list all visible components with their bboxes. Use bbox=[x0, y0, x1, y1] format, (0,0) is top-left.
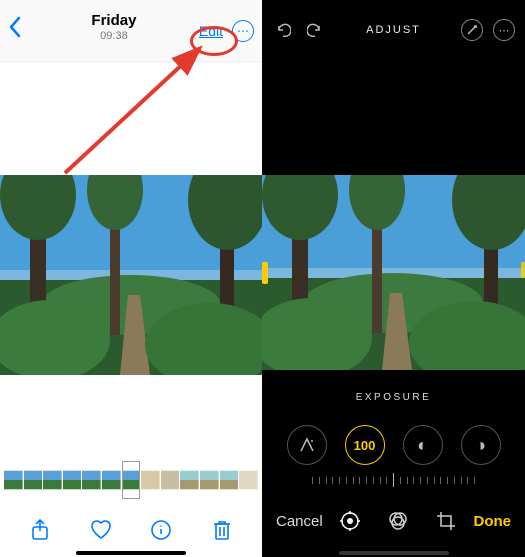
header-actions: Edit ⋯ bbox=[196, 6, 254, 42]
undo-button[interactable] bbox=[272, 19, 294, 41]
done-button[interactable]: Done bbox=[474, 513, 512, 530]
adjustment-dials: 100 ◐ ◑ bbox=[262, 416, 525, 474]
thumbnail[interactable] bbox=[180, 461, 199, 499]
thumbnail[interactable] bbox=[161, 461, 180, 499]
home-indicator[interactable] bbox=[76, 551, 186, 555]
thumbnail[interactable] bbox=[141, 461, 160, 499]
photo-date: Friday bbox=[32, 12, 196, 29]
redo-button[interactable] bbox=[304, 19, 326, 41]
edit-header: ADJUST ⋯ bbox=[262, 0, 525, 60]
thumbnail-selected[interactable] bbox=[122, 461, 141, 499]
edit-bottom-bar: Cancel Done bbox=[262, 501, 525, 541]
thumbnail[interactable] bbox=[24, 461, 43, 499]
photo-viewport[interactable] bbox=[0, 175, 262, 375]
filters-tab[interactable] bbox=[387, 510, 409, 532]
thumbnail[interactable] bbox=[239, 461, 258, 499]
photos-toolbar bbox=[0, 513, 262, 547]
thumbnail[interactable] bbox=[102, 461, 121, 499]
thumbnail-strip[interactable] bbox=[4, 461, 258, 499]
thumbnail[interactable] bbox=[200, 461, 219, 499]
crop-handle-right[interactable] bbox=[521, 262, 525, 278]
edit-mode-tabs bbox=[323, 510, 474, 532]
edit-mode-title: ADJUST bbox=[326, 24, 461, 36]
options-button[interactable]: ⋯ bbox=[493, 19, 515, 41]
back-button[interactable] bbox=[8, 6, 32, 44]
favorite-button[interactable] bbox=[88, 517, 114, 543]
delete-button[interactable] bbox=[209, 517, 235, 543]
thumbnail[interactable] bbox=[43, 461, 62, 499]
thumbnail[interactable] bbox=[63, 461, 82, 499]
highlights-dial[interactable]: ◑ bbox=[461, 425, 501, 465]
exposure-dial[interactable]: 100 bbox=[345, 425, 385, 465]
brilliance-dial[interactable]: ◐ bbox=[403, 425, 443, 465]
thumbnail[interactable] bbox=[82, 461, 101, 499]
share-button[interactable] bbox=[27, 517, 53, 543]
photo-title: Friday 09:38 bbox=[32, 6, 196, 42]
adjust-tab[interactable] bbox=[339, 510, 361, 532]
thumbnail[interactable] bbox=[4, 461, 23, 499]
crop-tab[interactable] bbox=[435, 510, 457, 532]
photos-detail-screen: Friday 09:38 Edit ⋯ bbox=[0, 0, 262, 557]
home-indicator[interactable] bbox=[339, 551, 449, 555]
info-button[interactable] bbox=[148, 517, 174, 543]
photo-time: 09:38 bbox=[32, 30, 196, 42]
edit-button[interactable]: Edit bbox=[196, 22, 226, 40]
photos-header: Friday 09:38 Edit ⋯ bbox=[0, 0, 262, 62]
cancel-button[interactable]: Cancel bbox=[276, 513, 323, 530]
more-button[interactable]: ⋯ bbox=[232, 20, 254, 42]
edit-photo-viewport[interactable] bbox=[262, 175, 525, 370]
adjustment-slider[interactable] bbox=[312, 470, 475, 490]
thumbnail[interactable] bbox=[220, 461, 239, 499]
adjustment-name: EXPOSURE bbox=[262, 392, 525, 403]
photo-edit-screen: ADJUST ⋯ EXPOSURE bbox=[262, 0, 525, 557]
markup-button[interactable] bbox=[461, 19, 483, 41]
crop-handle-left[interactable] bbox=[262, 262, 268, 284]
auto-enhance-dial[interactable] bbox=[287, 425, 327, 465]
